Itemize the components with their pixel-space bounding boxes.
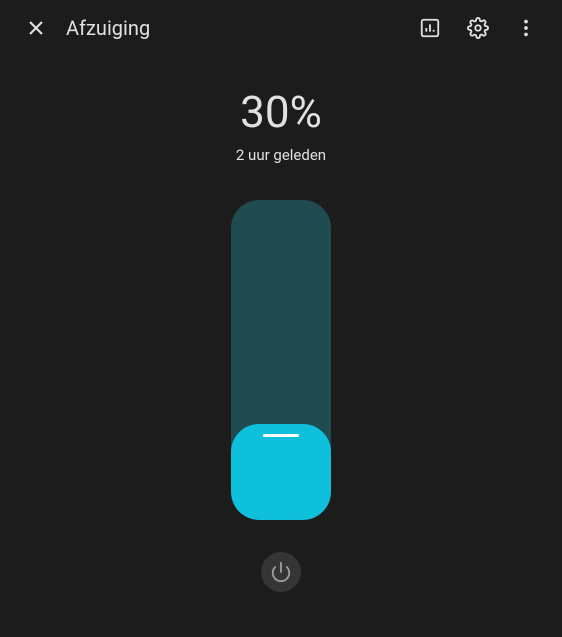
settings-button[interactable] <box>458 8 498 48</box>
level-slider[interactable] <box>231 200 331 520</box>
gear-icon <box>467 17 489 39</box>
close-button[interactable] <box>16 8 56 48</box>
percentage-value: 30% <box>240 86 322 138</box>
last-updated-timestamp: 2 uur geleden <box>236 146 326 164</box>
more-button[interactable] <box>506 8 546 48</box>
history-button[interactable] <box>410 8 450 48</box>
more-vertical-icon <box>515 17 537 39</box>
close-icon <box>24 16 48 40</box>
power-button[interactable] <box>261 552 301 592</box>
chart-icon <box>419 17 441 39</box>
page-title: Afzuiging <box>66 16 410 40</box>
slider-handle <box>263 434 299 437</box>
power-icon <box>270 561 292 583</box>
slider-fill <box>231 424 331 520</box>
